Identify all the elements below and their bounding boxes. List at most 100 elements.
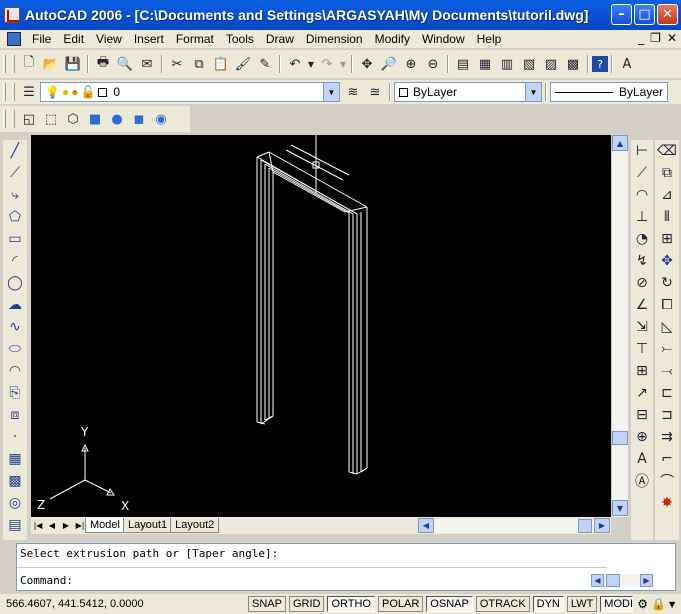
menu-help[interactable]: Help [471, 32, 508, 46]
hatch-icon[interactable]: ▦ [4, 448, 26, 470]
radius-icon[interactable]: ◔ [631, 228, 653, 250]
undo-icon[interactable]: ↶ [284, 53, 306, 75]
undo-dropdown-icon[interactable]: ▼ [306, 53, 316, 75]
mirror-icon[interactable]: ⊿ [656, 184, 678, 206]
coordinate-readout[interactable]: 566.4607, 441.5412, 0.0000 [0, 598, 245, 610]
menu-insert[interactable]: Insert [128, 32, 170, 46]
tool-palettes-icon[interactable]: ▥ [496, 53, 518, 75]
otrack-toggle[interactable]: OTRACK [475, 596, 530, 612]
design-center-icon[interactable]: ▦ [474, 53, 496, 75]
toolbar-lock-icon[interactable]: 🔒 [651, 597, 666, 611]
dimension-text-edit-icon[interactable]: Ⓐ [631, 470, 653, 492]
circle-icon[interactable]: ◯ [4, 272, 26, 294]
baseline-icon[interactable]: ⊤ [631, 338, 653, 360]
tolerance-icon[interactable]: ⊟ [631, 404, 653, 426]
move-icon[interactable]: ✥ [656, 250, 678, 272]
linear-dimension-icon[interactable]: ⊢ [631, 140, 653, 162]
scroll-right-icon[interactable]: ▶ [594, 518, 610, 533]
calculator-icon[interactable]: ▩ [562, 53, 584, 75]
status-menu-icon[interactable]: ▼ [669, 600, 675, 609]
menu-file[interactable]: File [26, 32, 57, 46]
lwt-toggle[interactable]: LWT [566, 596, 598, 612]
offset-icon[interactable]: ⫴ [656, 206, 678, 228]
break-icon[interactable]: ⊐ [656, 404, 678, 426]
zoom-window-icon[interactable]: ⊕ [400, 53, 422, 75]
layer-previous-icon[interactable]: ≊ [364, 81, 386, 103]
aligned-dimension-icon[interactable]: ⟋ [631, 162, 653, 184]
linetype-control-dropdown[interactable]: ByLayer [550, 82, 668, 102]
hscroll-thumb[interactable] [578, 519, 592, 533]
ordinate-icon[interactable]: ⊥ [631, 206, 653, 228]
tab-layout2[interactable]: Layout2 [170, 518, 220, 533]
layer-manager-icon[interactable]: ☰ [18, 81, 40, 103]
scroll-up-icon[interactable]: ▲ [612, 135, 628, 151]
extruded-frame-wireframe[interactable] [256, 135, 368, 475]
menu-dimension[interactable]: Dimension [300, 32, 369, 46]
doc-restore-icon[interactable]: ❐ [650, 31, 661, 45]
publish-icon[interactable]: ✉ [136, 53, 158, 75]
insert-block-icon[interactable]: ⎘ [4, 382, 26, 404]
continue-icon[interactable]: ⊞ [631, 360, 653, 382]
communication-center-icon[interactable]: ⚙ [637, 597, 648, 611]
hidden-icon[interactable]: ⬡ [62, 108, 84, 130]
break-at-point-icon[interactable]: ⊏ [656, 382, 678, 404]
menu-window[interactable]: Window [416, 32, 471, 46]
rotate-icon[interactable]: ↻ [656, 272, 678, 294]
region-icon[interactable]: ◎ [4, 492, 26, 514]
redo-dropdown-icon[interactable]: ▼ [338, 53, 348, 75]
scale-icon[interactable]: ⧠ [656, 294, 678, 316]
drawing-area[interactable]: Y X Z [31, 135, 611, 517]
plot-preview-icon[interactable]: 🔍 [114, 53, 136, 75]
angular-icon[interactable]: ∠ [631, 294, 653, 316]
grid-toggle[interactable]: GRID [288, 596, 325, 612]
flat-shaded-icon[interactable]: ■ [84, 108, 106, 130]
copy-object-icon[interactable]: ⧉ [656, 162, 678, 184]
dimension-edit-icon[interactable]: A [631, 448, 653, 470]
polygon-icon[interactable]: ⬠ [4, 206, 26, 228]
chevron-down-icon[interactable]: ▼ [323, 83, 339, 101]
diameter-icon[interactable]: ⊘ [631, 272, 653, 294]
vertical-scrollbar[interactable]: ▲ ▼ [611, 135, 628, 517]
autocad-app-icon[interactable] [4, 7, 20, 23]
rectangle-icon[interactable]: ▭ [4, 228, 26, 250]
table-icon[interactable]: ▤ [4, 514, 26, 536]
doc-close-icon[interactable]: ✕ [667, 31, 677, 45]
menu-modify[interactable]: Modify [369, 32, 416, 46]
spline-icon[interactable]: ∿ [4, 316, 26, 338]
construction-line-icon[interactable]: ⟋ [4, 162, 26, 184]
snap-toggle[interactable]: SNAP [248, 596, 286, 612]
scroll-down-icon[interactable]: ▼ [612, 500, 628, 516]
cmd-scroll-left-icon[interactable]: ◀ [591, 574, 604, 587]
prev-tab-icon[interactable]: ◀ [45, 519, 59, 533]
menu-view[interactable]: View [90, 32, 128, 46]
3d-wireframe-icon[interactable]: ⬚ [40, 108, 62, 130]
command-hscroll[interactable]: ◀ ▶ [591, 574, 653, 587]
ortho-toggle[interactable]: ORTHO [327, 596, 375, 612]
menu-edit[interactable]: Edit [57, 32, 90, 46]
next-tab-icon[interactable]: ▶ [59, 519, 73, 533]
extend-icon[interactable]: ⤙ [656, 360, 678, 382]
document-icon[interactable] [7, 32, 21, 46]
quick-leader-icon[interactable]: ↗ [631, 382, 653, 404]
make-object-layer-current-icon[interactable]: ≋ [342, 81, 364, 103]
cmd-scroll-right-icon[interactable]: ▶ [640, 574, 653, 587]
jogged-icon[interactable]: ↯ [631, 250, 653, 272]
command-window[interactable]: Select extrusion path or [Taper angle]: … [16, 543, 676, 591]
revision-cloud-icon[interactable]: ☁ [4, 294, 26, 316]
menu-format[interactable]: Format [170, 32, 220, 46]
maximize-button[interactable]: □ [634, 4, 655, 25]
help-icon[interactable]: ? [592, 56, 608, 72]
close-button[interactable]: ✕ [657, 4, 678, 25]
quick-dimension-icon[interactable]: ⇲ [631, 316, 653, 338]
redo-icon[interactable]: ↷ [316, 53, 338, 75]
tab-layout1[interactable]: Layout1 [122, 518, 173, 533]
stretch-icon[interactable]: ◺ [656, 316, 678, 338]
qnew-icon[interactable]: 🗋 [18, 53, 40, 75]
first-tab-icon[interactable]: |◀ [31, 519, 45, 533]
layer-dropdown[interactable]: 💡 ● ● 🔓 0 ▼ [40, 82, 340, 102]
horizontal-scrollbar[interactable]: ◀ ▶ [418, 518, 610, 533]
zoom-realtime-icon[interactable]: 🔎 [378, 53, 400, 75]
ellipse-arc-icon[interactable]: ◠ [4, 360, 26, 382]
polyline-icon[interactable]: ⤷ [4, 184, 26, 206]
gouraud-shaded-edges-icon[interactable]: ◉ [150, 108, 172, 130]
